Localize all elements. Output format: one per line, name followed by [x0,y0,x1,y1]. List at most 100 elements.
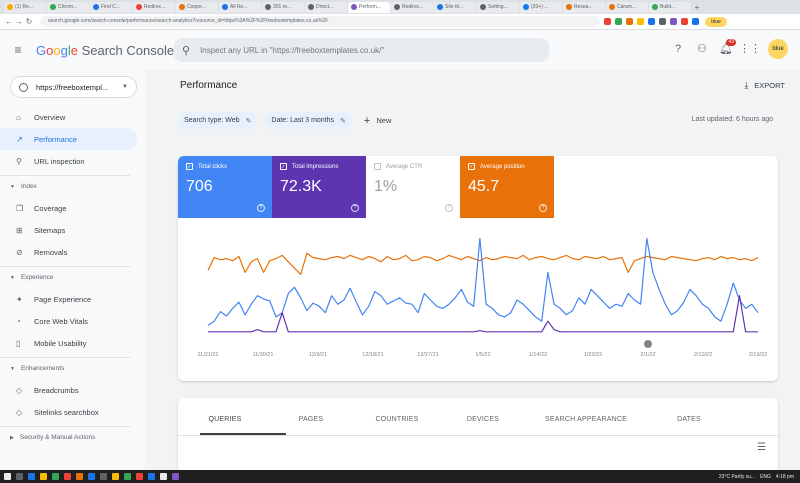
taskbar-app-icon[interactable] [148,473,155,480]
tab-search-appearance[interactable]: SEARCH APPEARANCE [526,416,646,423]
taskbar-app-icon[interactable] [52,473,59,480]
performance-line-chart[interactable]: 11/21/21 11/30/21 12/9/21 12/18/21 12/27/21 1… [178,218,778,381]
reload-icon[interactable]: ↻ [24,17,34,26]
url-inspection-search[interactable]: ⚲ [174,38,549,62]
annotation-marker-icon[interactable] [644,340,652,348]
checkbox-checked-icon[interactable]: ✓ [468,163,475,170]
extension-icon[interactable] [659,18,666,25]
browser-tab[interactable]: Coope... [176,1,218,13]
help-icon[interactable]: ? [351,204,359,212]
extension-icon[interactable] [670,18,677,25]
inspect-url-input[interactable] [200,45,521,55]
metric-average-ctr[interactable]: Average CTR 1% ? [366,156,460,218]
browser-tab[interactable]: Redirec... [391,1,433,13]
tab-queries[interactable]: QUERIES [182,416,268,423]
sidebar-item-mobile-usability[interactable]: ▯ Mobile Usability [0,332,137,354]
extension-icon[interactable] [626,18,633,25]
browser-tab-active[interactable]: Perform... [348,1,390,13]
notifications-icon[interactable]: 🔔︎ 43 [714,38,738,60]
section-security[interactable]: ▶ Security & Manual Actions [0,426,130,448]
sidebar-item-url-inspection[interactable]: ⚲ URL inspection [0,150,137,172]
tab-countries[interactable]: COUNTRIES [354,416,440,423]
extension-icon[interactable] [637,18,644,25]
sidebar-item-coverage[interactable]: ❐ Coverage [0,197,137,219]
help-icon[interactable]: ? [257,204,265,212]
help-icon[interactable]: ? [539,204,547,212]
search-console-logo[interactable]: Google Search Console [36,43,174,58]
back-arrow-icon[interactable]: ← [4,17,14,26]
taskbar-app-icon[interactable] [124,473,131,480]
taskbar-app-icon[interactable] [160,473,167,480]
help-icon[interactable]: ? [445,204,453,212]
sidebar-item-sitelinks-searchbox[interactable]: ◇ Sitelinks searchbox [0,401,137,423]
taskbar-app-icon[interactable] [76,473,83,480]
browser-tab[interactable]: All Re... [219,1,261,13]
export-button[interactable]: ⤓ EXPORT [744,80,785,91]
taskbar-app-icon[interactable] [136,473,143,480]
search-type-filter-chip[interactable]: Search type: Web ✎ [178,112,258,129]
browser-tab[interactable]: Caram... [606,1,648,13]
url-field[interactable]: search.google.com/search-console/perform… [40,16,600,27]
metric-average-position[interactable]: ✓ Average position 45.7 ? [460,156,554,218]
metric-total-clicks[interactable]: ✓ Total clicks 706 ? [178,156,272,218]
new-filter-button[interactable]: + New [364,115,391,127]
sidebar-item-core-web-vitals[interactable]: ◔ Core Web Vitals [0,310,137,332]
language-indicator[interactable]: ENG [760,474,771,480]
browser-tab[interactable]: Build... [649,1,691,13]
manage-users-icon[interactable]: ⚇ [690,38,714,60]
browser-tab[interactable]: 301 re... [262,1,304,13]
tab-title: Build... [660,4,676,10]
new-tab-icon[interactable]: + [692,3,702,12]
taskbar-app-icon[interactable] [16,473,23,480]
sidebar-item-performance[interactable]: ↗ Performance [0,128,137,150]
section-index[interactable]: ▼ Index [0,175,130,197]
sidebar-item-removals[interactable]: ⊘ Removals [0,241,137,263]
hamburger-menu-icon[interactable]: ≡ [0,43,36,57]
taskbar-app-icon[interactable] [40,473,47,480]
sidebar-item-overview[interactable]: ⌂ Overview [0,106,137,128]
checkbox-unchecked-icon[interactable] [374,163,381,170]
clock[interactable]: 4:18 pm [776,474,794,480]
browser-tab[interactable]: Resea... [563,1,605,13]
section-experience[interactable]: ▼ Experience [0,266,130,288]
forward-arrow-icon[interactable]: → [14,17,24,26]
browser-tab[interactable]: Setting... [477,1,519,13]
avatar[interactable]: blue [768,39,788,59]
date-filter-chip[interactable]: Date: Last 3 months ✎ [265,112,352,129]
checkbox-checked-icon[interactable]: ✓ [280,163,287,170]
tab-pages[interactable]: PAGES [268,416,354,423]
browser-tab[interactable]: (1) Re... [4,1,46,13]
section-enhancements[interactable]: ▼ Enhancements [0,357,130,379]
tab-dates[interactable]: DATES [646,416,732,423]
checkbox-checked-icon[interactable]: ✓ [186,163,193,170]
taskbar-app-icon[interactable] [28,473,35,480]
extension-icon[interactable] [648,18,655,25]
taskbar-app-icon[interactable] [112,473,119,480]
extension-icon[interactable] [692,18,699,25]
metric-total-impressions[interactable]: ✓ Total impressions 72.3K ? [272,156,366,218]
taskbar-app-icon[interactable] [88,473,95,480]
browser-tab[interactable]: Redirec... [133,1,175,13]
extension-icon[interactable] [681,18,688,25]
browser-tab[interactable]: Chrom... [47,1,89,13]
extension-icon[interactable] [615,18,622,25]
apps-grid-icon[interactable]: ⋮⋮ [738,38,762,60]
taskbar-app-icon[interactable] [172,473,179,480]
sidebar-item-sitemaps[interactable]: ⊞ Sitemaps [0,219,137,241]
browser-tab[interactable]: (20+) ... [520,1,562,13]
property-selector[interactable]: https://freeboxtempl... ▼ [10,76,137,98]
taskbar-app-icon[interactable] [100,473,107,480]
weather-widget[interactable]: 23°C Partly su... [719,474,755,480]
browser-tab[interactable]: Find C... [90,1,132,13]
filter-rows-icon[interactable]: ☰ [757,442,766,453]
help-icon[interactable]: ? [666,38,690,60]
browser-tab[interactable]: Site tit... [434,1,476,13]
taskbar-app-icon[interactable] [64,473,71,480]
browser-profile-button[interactable]: blue [705,16,727,27]
browser-tab[interactable]: Direct... [305,1,347,13]
tab-devices[interactable]: DEVICES [440,416,526,423]
sidebar-item-page-experience[interactable]: ✦ Page Experience [0,288,137,310]
taskbar-app-icon[interactable] [4,473,11,480]
extension-icon[interactable] [604,18,611,25]
sidebar-item-breadcrumbs[interactable]: ◇ Breadcrumbs [0,379,137,401]
